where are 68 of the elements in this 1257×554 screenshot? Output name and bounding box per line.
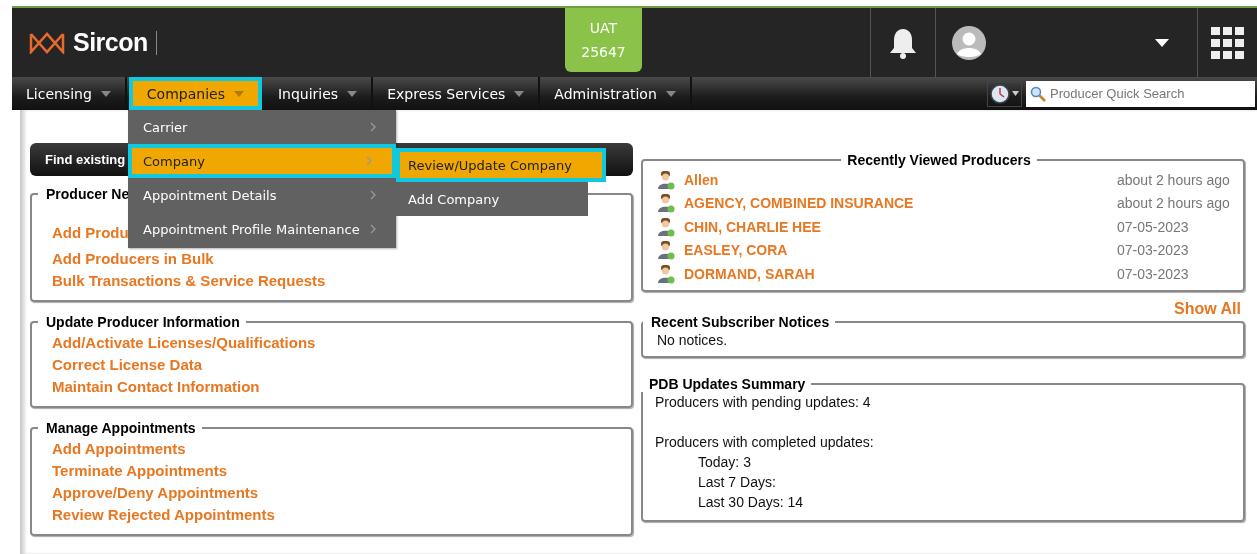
- caret-icon: [665, 90, 676, 97]
- summary-text: Last 7 Days:: [697, 472, 777, 492]
- link[interactable]: Approve/Deny Appointments: [52, 482, 259, 504]
- menu-item[interactable]: Carrier: [128, 110, 396, 144]
- link[interactable]: Add Appointments: [52, 438, 186, 460]
- search-field[interactable]: Producer Quick Search: [1026, 80, 1255, 107]
- environment-badge: UAT 25647: [565, 8, 642, 72]
- menu-item[interactable]: Company: [128, 144, 396, 178]
- link[interactable]: Bulk Transactions & Service Requests: [52, 270, 326, 292]
- avatar-icon[interactable]: [952, 25, 986, 60]
- section-title: Producer Ne: [45, 186, 131, 202]
- person-icon: [657, 216, 675, 237]
- panel-title: Recently Viewed Producers: [846, 152, 1032, 168]
- person-icon: [657, 169, 675, 190]
- panel-title: PDB Updates Summary: [648, 375, 807, 392]
- person-icon: [657, 193, 675, 214]
- caret-icon: [514, 90, 525, 97]
- summary-text: Today: 3: [697, 452, 752, 472]
- viewed-time: 07-05-2023: [1117, 218, 1190, 235]
- clock-button[interactable]: [987, 80, 1022, 107]
- person-icon: [657, 263, 675, 284]
- caret-icon: [233, 90, 244, 97]
- logo-text: Sircon: [73, 28, 148, 57]
- caret-icon: [100, 90, 111, 97]
- menu-item[interactable]: Appointment Profile Maintenance: [128, 212, 396, 246]
- chevron-icon: [366, 156, 372, 166]
- producer-link[interactable]: EASLEY, CORA: [684, 242, 788, 259]
- chevron-icon: [370, 190, 376, 200]
- notice-text: No notices.: [657, 330, 729, 350]
- caret-icon: [1012, 91, 1019, 96]
- link[interactable]: Maintain Contact Information: [52, 376, 260, 398]
- nav-tab[interactable]: Administration: [540, 77, 692, 110]
- nav-tab[interactable]: Licensing: [12, 77, 127, 110]
- menu-item[interactable]: Review/Update Company: [396, 148, 606, 182]
- link[interactable]: Correct License Data: [52, 354, 203, 376]
- producer-link[interactable]: DORMAND, SARAH: [684, 265, 815, 282]
- logo-icon: [29, 31, 65, 54]
- link[interactable]: Add Produ: [52, 222, 129, 244]
- viewed-time: about 2 hours ago: [1117, 195, 1229, 212]
- chevron-icon: [370, 122, 376, 132]
- nav-tab[interactable]: Companies: [128, 77, 262, 110]
- viewed-time: about 2 hours ago: [1117, 171, 1229, 188]
- link[interactable]: Add/Activate Licenses/Qualifications: [52, 332, 316, 354]
- clock-icon: [990, 83, 1010, 104]
- viewed-time: 07-03-2023: [1117, 265, 1190, 282]
- section-title: Update Producer Information: [45, 314, 241, 330]
- caret-icon[interactable]: [1155, 38, 1169, 47]
- caret-icon: [347, 90, 358, 97]
- show-all-link[interactable]: Show All: [1174, 299, 1241, 318]
- link[interactable]: Review Rejected Appointments: [52, 504, 275, 526]
- producer-link[interactable]: Allen: [684, 171, 719, 188]
- find-bar-title: Find existing: [45, 152, 126, 167]
- summary-text: Producers with pending updates: 4: [655, 392, 872, 412]
- summary-text: Last 30 Days: 14: [697, 492, 805, 512]
- apps-grid-icon[interactable]: [1210, 26, 1245, 59]
- link[interactable]: Add Producers in Bulk: [52, 248, 214, 270]
- viewed-time: 07-03-2023: [1117, 242, 1190, 259]
- producer-link[interactable]: CHIN, CHARLIE HEE: [684, 218, 821, 235]
- producer-link[interactable]: AGENCY, COMBINED INSURANCE: [684, 195, 914, 212]
- chevron-icon: [370, 224, 376, 234]
- menu-item[interactable]: Appointment Details: [128, 178, 396, 212]
- link[interactable]: Terminate Appointments: [52, 460, 227, 482]
- menu-item[interactable]: Add Company: [396, 182, 588, 216]
- panel-title: Recent Subscriber Notices: [650, 313, 831, 330]
- bell-icon[interactable]: [888, 26, 918, 59]
- summary-text: Producers with completed updates:: [655, 432, 875, 452]
- section-title: Manage Appointments: [45, 420, 197, 436]
- person-icon: [657, 240, 675, 261]
